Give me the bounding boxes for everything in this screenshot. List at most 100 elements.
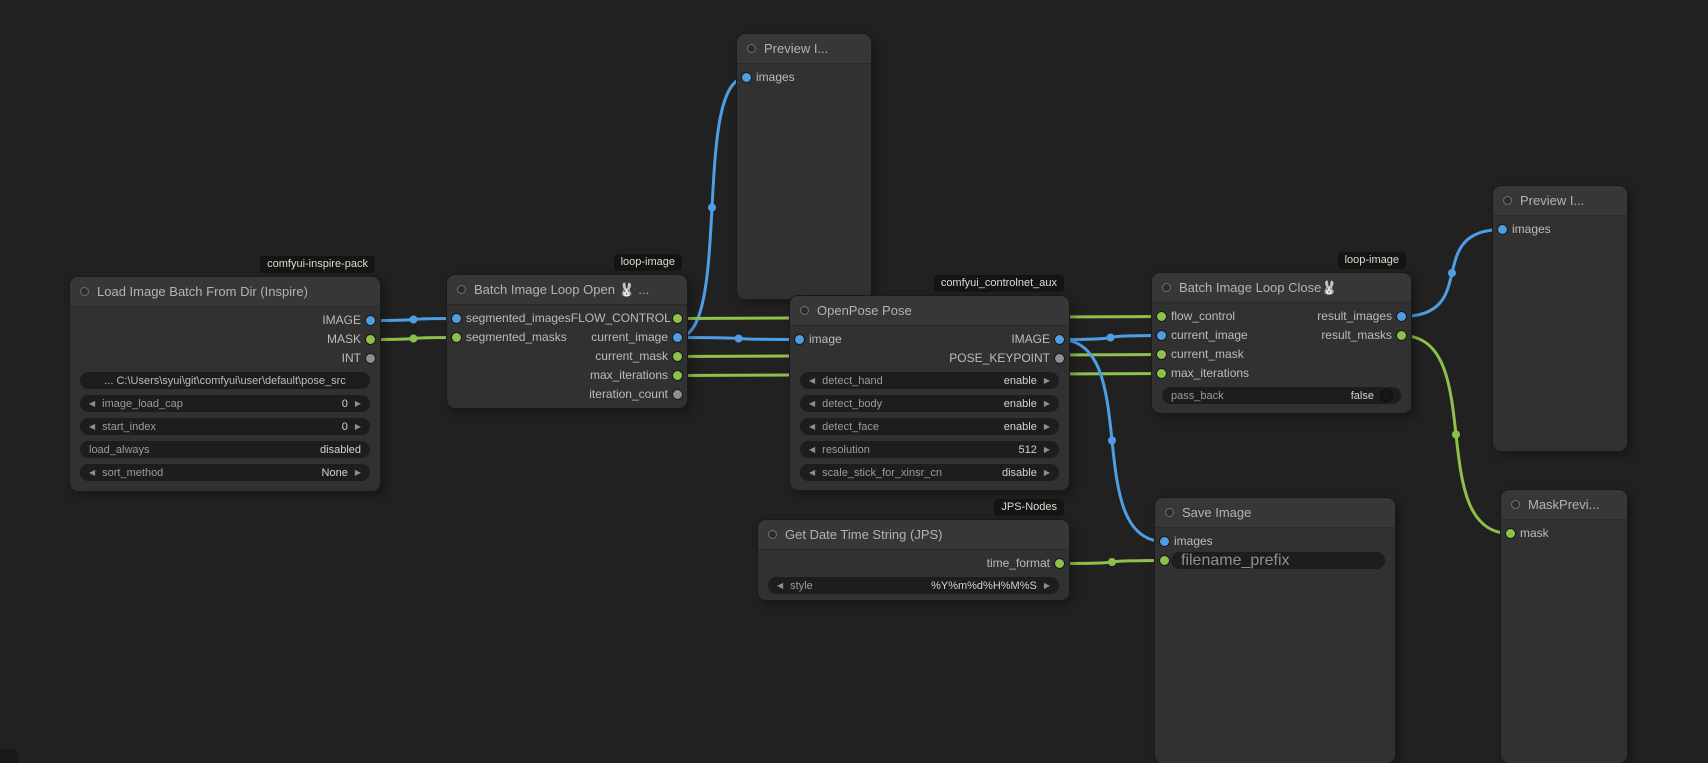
widget-value: enable [1004, 375, 1037, 387]
widget-image_load_cap[interactable]: ◀image_load_cap0▶ [80, 395, 370, 412]
output-label: POSE_KEYPOINT [949, 349, 1050, 368]
combo-right-arrow-icon[interactable]: ▶ [1044, 577, 1050, 594]
get-date-time-string-node[interactable]: JPS-NodesGet Date Time String (JPS)time_… [758, 520, 1069, 600]
input-label: segmented_images [466, 309, 571, 328]
mask-preview-node[interactable]: MaskPrevi...mask [1501, 490, 1627, 763]
batch-image-loop-open-node[interactable]: loop-imageBatch Image Loop Open 🐰 ...seg… [447, 275, 687, 408]
slot-row: current_mask [447, 347, 687, 366]
output-port-iteration_count[interactable] [673, 390, 682, 399]
combo-left-arrow-icon[interactable]: ◀ [809, 372, 815, 389]
input-label: images [756, 68, 795, 87]
collapse-icon[interactable] [800, 306, 809, 315]
collapse-icon[interactable] [80, 287, 89, 296]
combo-right-arrow-icon[interactable]: ▶ [1044, 441, 1050, 458]
input-port-mask[interactable] [1506, 529, 1515, 538]
preview-image-right-node[interactable]: Preview I... images [1493, 186, 1627, 451]
combo-right-arrow-icon[interactable]: ▶ [1044, 464, 1050, 481]
input-port-images[interactable] [742, 73, 751, 82]
output-port-IMAGE[interactable] [366, 316, 375, 325]
output-port-current_image[interactable] [673, 333, 682, 342]
save-image-node[interactable]: Save Image imagesfilename_prefix [1155, 498, 1395, 763]
widget-label: detect_hand [822, 375, 883, 387]
output-port-MASK[interactable] [366, 335, 375, 344]
node-header[interactable]: OpenPose Pose [790, 296, 1069, 326]
output-port-FLOW_CONTROL[interactable] [673, 314, 682, 323]
combo-left-arrow-icon[interactable]: ◀ [89, 464, 95, 481]
toggle-knob-icon[interactable] [1381, 390, 1392, 401]
widget-detect_hand[interactable]: ◀ detect_hand enable ▶ [800, 372, 1059, 389]
output-port-current_mask[interactable] [673, 352, 682, 361]
node-title: Batch Image Loop Close🐰 [1179, 280, 1338, 296]
widget-filename_prefix[interactable]: filename_prefix [1171, 552, 1385, 569]
input-port-flow_control[interactable] [1157, 312, 1166, 321]
input-port-current_mask[interactable] [1157, 350, 1166, 359]
widget-detect_body[interactable]: ◀detect_bodyenable▶ [800, 395, 1059, 412]
node-header[interactable]: Save Image [1155, 498, 1395, 528]
widget-value: %Y%m%d%H%M%S [931, 580, 1037, 592]
combo-left-arrow-icon[interactable]: ◀ [809, 441, 815, 458]
input-port-filename_prefix[interactable] [1160, 556, 1169, 565]
output-port-time_format[interactable] [1055, 559, 1064, 568]
widget-sort_method[interactable]: ◀sort_methodNone▶ [80, 464, 370, 481]
node-title: Preview I... [1520, 193, 1584, 208]
input-label: images [1512, 220, 1551, 239]
combo-left-arrow-icon[interactable]: ◀ [89, 395, 95, 412]
output-label: FLOW_CONTROL [571, 309, 671, 328]
collapse-icon[interactable] [457, 285, 466, 294]
combo-right-arrow-icon[interactable]: ▶ [355, 418, 361, 435]
widget-scale_stick_for_xinsr_cn[interactable]: ◀scale_stick_for_xinsr_cndisable▶ [800, 464, 1059, 481]
combo-left-arrow-icon[interactable]: ◀ [809, 418, 815, 435]
collapse-icon[interactable] [747, 44, 756, 53]
node-header[interactable]: Batch Image Loop Open 🐰 ... [447, 275, 687, 305]
combo-right-arrow-icon[interactable]: ▶ [1044, 372, 1050, 389]
combo-right-arrow-icon[interactable]: ▶ [1044, 395, 1050, 412]
collapse-icon[interactable] [1165, 508, 1174, 517]
openpose-pose-node[interactable]: comfyui_controlnet_auxOpenPose Poseimage… [790, 296, 1069, 490]
collapse-icon[interactable] [1511, 500, 1520, 509]
widget-pass_back[interactable]: pass_backfalse [1162, 387, 1401, 404]
combo-right-arrow-icon[interactable]: ▶ [355, 395, 361, 412]
preview-image-top-node[interactable]: Preview I... images [737, 34, 871, 299]
combo-left-arrow-icon[interactable]: ◀ [89, 418, 95, 435]
combo-left-arrow-icon[interactable]: ◀ [809, 464, 815, 481]
combo-right-arrow-icon[interactable]: ▶ [1044, 418, 1050, 435]
input-port-images[interactable] [1498, 225, 1507, 234]
node-header[interactable]: Batch Image Loop Close🐰 [1152, 273, 1411, 303]
node-header[interactable]: Get Date Time String (JPS) [758, 520, 1069, 550]
input-port-max_iterations[interactable] [1157, 369, 1166, 378]
combo-left-arrow-icon[interactable]: ◀ [777, 577, 783, 594]
input-port-segmented_images[interactable] [452, 314, 461, 323]
output-port-max_iterations[interactable] [673, 371, 682, 380]
collapse-icon[interactable] [768, 530, 777, 539]
widget-start_index[interactable]: ◀start_index0▶ [80, 418, 370, 435]
widget-path-text[interactable]: ... C:\Users\syui\git\comfyui\user\defau… [80, 372, 370, 389]
input-port-current_image[interactable] [1157, 331, 1166, 340]
output-port-result_images[interactable] [1397, 312, 1406, 321]
input-port-segmented_masks[interactable] [452, 333, 461, 342]
node-header[interactable]: Preview I... [737, 34, 871, 64]
load-image-batch-from-dir-node[interactable]: comfyui-inspire-packLoad Image Batch Fro… [70, 277, 380, 491]
output-label: result_images [1317, 307, 1392, 326]
slot-area: imagesfilename_prefix [1155, 532, 1395, 570]
widget-load_always[interactable]: load_alwaysdisabled [80, 441, 370, 458]
node-header[interactable]: Load Image Batch From Dir (Inspire) [70, 277, 380, 307]
input-port-images[interactable] [1160, 537, 1169, 546]
output-port-IMAGE[interactable] [1055, 335, 1064, 344]
graph-canvas[interactable]: comfyui-inspire-packLoad Image Batch Fro… [0, 0, 1708, 763]
output-port-POSE_KEYPOINT[interactable] [1055, 354, 1064, 363]
widget-value: disabled [320, 444, 361, 456]
combo-right-arrow-icon[interactable]: ▶ [355, 464, 361, 481]
collapse-icon[interactable] [1162, 283, 1171, 292]
widget-detect_face[interactable]: ◀detect_faceenable▶ [800, 418, 1059, 435]
output-port-INT[interactable] [366, 354, 375, 363]
combo-left-arrow-icon[interactable]: ◀ [809, 395, 815, 412]
link-midpoint-dot [708, 204, 716, 212]
input-port-image[interactable] [795, 335, 804, 344]
collapse-icon[interactable] [1503, 196, 1512, 205]
batch-image-loop-close-node[interactable]: loop-imageBatch Image Loop Close🐰flow_co… [1152, 273, 1411, 413]
widget-style[interactable]: ◀style%Y%m%d%H%M%S▶ [768, 577, 1059, 594]
node-header[interactable]: MaskPrevi... [1501, 490, 1627, 520]
node-header[interactable]: Preview I... [1493, 186, 1627, 216]
output-port-result_masks[interactable] [1397, 331, 1406, 340]
widget-resolution[interactable]: ◀resolution512▶ [800, 441, 1059, 458]
